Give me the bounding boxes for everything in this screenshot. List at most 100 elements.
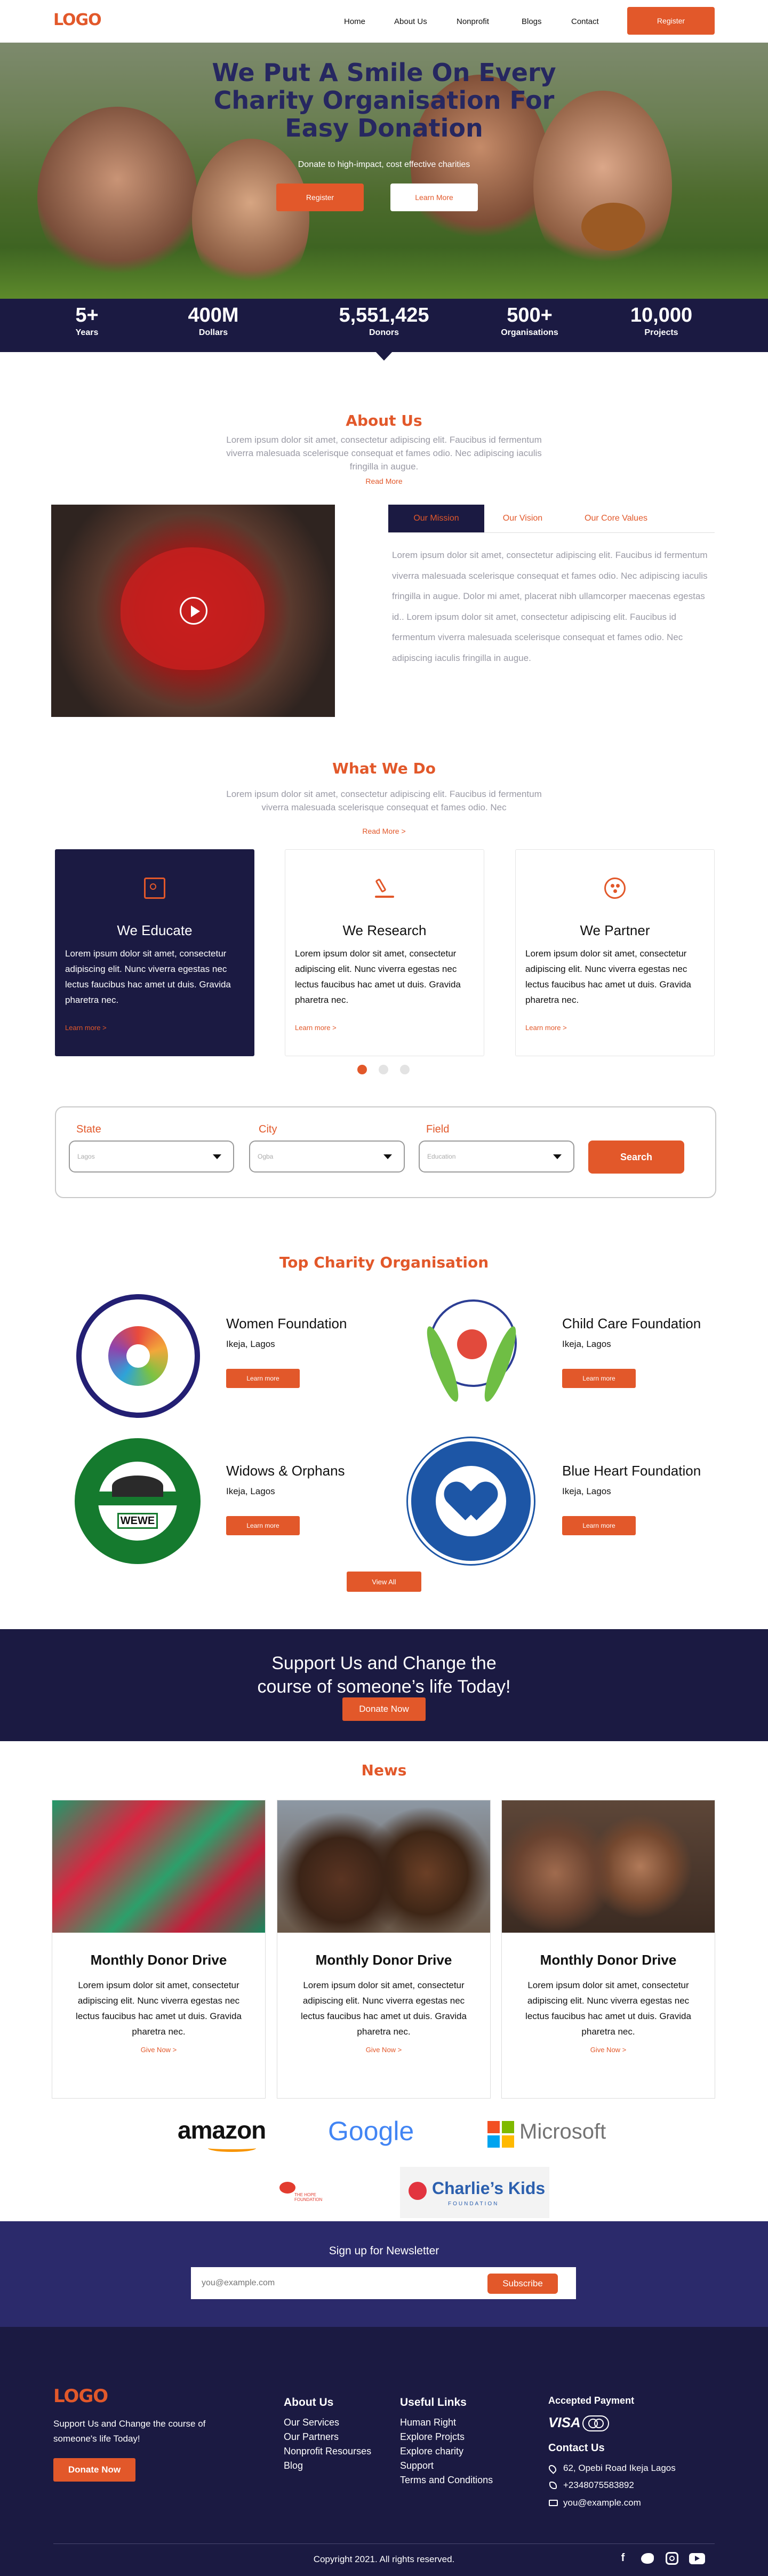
card-we-research[interactable]: We Research Lorem ipsum dolor sit amet, … xyxy=(285,849,484,1056)
widows-orphans-learn-more[interactable]: Learn more xyxy=(226,1516,300,1535)
top-orgs-title: Top Charity Organisation xyxy=(279,1254,489,1271)
nav-about[interactable]: About Us xyxy=(394,17,427,26)
what-we-do-title: What We Do xyxy=(332,760,436,777)
card-title: We Partner xyxy=(580,922,650,938)
nav-nonprofit[interactable]: Nonprofit xyxy=(457,17,489,26)
footer-donate-button[interactable]: Donate Now xyxy=(53,2458,135,2482)
child-care-foundation-logo xyxy=(408,1292,536,1420)
hero-learn-more-button[interactable]: Learn More xyxy=(390,184,478,211)
footer-phone: +2348075583892 xyxy=(563,2480,634,2490)
blue-heart-learn-more[interactable]: Learn more xyxy=(562,1516,636,1535)
footer-logo[interactable]: LOGO xyxy=(53,2386,108,2407)
site-header: LOGO Home About Us Nonprofit Blogs Conta… xyxy=(0,0,768,43)
footer-link[interactable]: Explore Projcts xyxy=(400,2430,493,2444)
about-read-more[interactable]: Read More xyxy=(0,477,768,485)
footer-divider xyxy=(53,2543,715,2544)
news-card-title: Monthly Donor Drive xyxy=(90,1952,227,1968)
partner-circle-icon xyxy=(604,878,626,899)
tab-content: Lorem ipsum dolor sit amet, consectetur … xyxy=(392,550,708,663)
twitter-icon[interactable] xyxy=(641,2553,654,2564)
card-learn-more[interactable]: Learn more > xyxy=(295,1024,337,1032)
mastercard-icon xyxy=(582,2415,609,2431)
school-board-icon xyxy=(144,878,165,899)
footer-contact-title: Contact Us xyxy=(548,2442,605,2454)
card-learn-more[interactable]: Learn more > xyxy=(525,1024,567,1032)
support-donate-button[interactable]: Donate Now xyxy=(342,1697,426,1721)
state-select[interactable]: Lagos xyxy=(69,1141,234,1173)
org-name: Blue Heart Foundation xyxy=(562,1463,701,1479)
footer-link[interactable]: Terms and Conditions xyxy=(400,2473,493,2487)
footer-link[interactable]: Blog xyxy=(284,2459,371,2473)
news-give-now[interactable]: Give Now > xyxy=(52,2046,265,2054)
play-icon[interactable] xyxy=(180,597,207,625)
about-video-thumbnail[interactable] xyxy=(51,505,335,717)
footer-link[interactable]: Support xyxy=(400,2459,493,2473)
footer-link[interactable]: Our Services xyxy=(284,2415,371,2430)
phone-icon xyxy=(549,2482,557,2489)
card-we-partner[interactable]: We Partner Lorem ipsum dolor sit amet, c… xyxy=(515,849,715,1056)
org-location: Ikeja, Lagos xyxy=(562,1339,611,1349)
nav-blogs[interactable]: Blogs xyxy=(522,17,542,26)
logo[interactable]: LOGO xyxy=(53,11,102,29)
nav-home[interactable]: Home xyxy=(344,17,365,26)
footer-email[interactable]: you@example.com xyxy=(563,2498,641,2508)
news-card-text: Lorem ipsum dolor sit amet, consectetur … xyxy=(301,1980,467,2037)
stat-donors: 5,551,425 Donors xyxy=(317,304,451,338)
chevron-down-icon xyxy=(213,1154,221,1159)
field-select[interactable]: Education xyxy=(419,1141,574,1173)
news-card[interactable]: Monthly Donor Drive Lorem ipsum dolor si… xyxy=(277,1800,491,2099)
what-we-do-read-more[interactable]: Read More > xyxy=(0,827,768,835)
stat-label: Organisations xyxy=(501,328,558,337)
footer-link[interactable]: Nonprofit Resourses xyxy=(284,2444,371,2459)
card-we-educate[interactable]: We Educate Lorem ipsum dolor sit amet, c… xyxy=(55,849,254,1056)
tab-our-core-values[interactable]: Our Core Values xyxy=(568,505,664,532)
footer-payment-title: Accepted Payment xyxy=(548,2395,635,2406)
widows-orphans-logo: WEWE xyxy=(75,1438,201,1564)
card-title: We Educate xyxy=(117,922,193,938)
org-location: Ikeja, Lagos xyxy=(226,1486,275,1496)
card-text: Lorem ipsum dolor sit amet, consectetur … xyxy=(295,948,461,1005)
footer-tagline: Support Us and Change the course of some… xyxy=(53,2419,206,2444)
instagram-icon[interactable] xyxy=(666,2552,678,2565)
stat-value: 5+ xyxy=(75,304,99,326)
support-line-1: Support Us and Change the xyxy=(271,1653,497,1673)
carousel-dot-active[interactable] xyxy=(357,1065,367,1074)
stat-dollars: 400M Dollars xyxy=(155,304,272,338)
chevron-down-icon xyxy=(553,1154,562,1159)
news-give-now[interactable]: Give Now > xyxy=(502,2046,715,2054)
card-title: We Research xyxy=(342,922,427,938)
footer-link[interactable]: Our Partners xyxy=(284,2430,371,2444)
city-select[interactable]: Ogba xyxy=(249,1141,405,1173)
header-register-button[interactable]: Register xyxy=(627,7,715,35)
card-learn-more[interactable]: Learn more > xyxy=(65,1024,107,1032)
news-card[interactable]: Monthly Donor Drive Lorem ipsum dolor si… xyxy=(501,1800,715,2099)
news-card[interactable]: Monthly Donor Drive Lorem ipsum dolor si… xyxy=(52,1800,266,2099)
microsoft-logo-icon xyxy=(487,2121,514,2148)
carousel-dot[interactable] xyxy=(400,1065,410,1074)
stat-label: Years xyxy=(75,328,99,337)
mail-icon xyxy=(549,2500,558,2506)
search-button[interactable]: Search xyxy=(588,1141,684,1174)
microscope-icon xyxy=(374,878,395,899)
card-text: Lorem ipsum dolor sit amet, consectetur … xyxy=(65,948,231,1005)
tab-our-vision[interactable]: Our Vision xyxy=(491,505,555,532)
view-all-button[interactable]: View All xyxy=(347,1572,421,1592)
women-foundation-learn-more[interactable]: Learn more xyxy=(226,1369,300,1388)
newsletter-email-input[interactable] xyxy=(202,2274,468,2293)
org-location: Ikeja, Lagos xyxy=(562,1486,611,1496)
subscribe-button[interactable]: Subscribe xyxy=(487,2274,558,2294)
youtube-icon[interactable] xyxy=(689,2553,705,2564)
footer-about-links: Our Services Our Partners Nonprofit Reso… xyxy=(284,2415,371,2473)
city-select-value: Ogba xyxy=(258,1153,274,1160)
hope-foundation-logo-icon xyxy=(279,2182,295,2194)
support-line-2: course of someone’s life Today! xyxy=(257,1677,511,1697)
nav-contact[interactable]: Contact xyxy=(571,17,599,26)
carousel-dot[interactable] xyxy=(379,1065,388,1074)
footer-link[interactable]: Human Right xyxy=(400,2415,493,2430)
hero-register-button[interactable]: Register xyxy=(276,184,364,211)
tab-our-mission[interactable]: Our Mission xyxy=(388,505,484,532)
footer-link[interactable]: Explore charity xyxy=(400,2444,493,2459)
news-give-now[interactable]: Give Now > xyxy=(277,2046,490,2054)
facebook-icon[interactable]: f xyxy=(617,2552,629,2565)
child-care-learn-more[interactable]: Learn more xyxy=(562,1369,636,1388)
